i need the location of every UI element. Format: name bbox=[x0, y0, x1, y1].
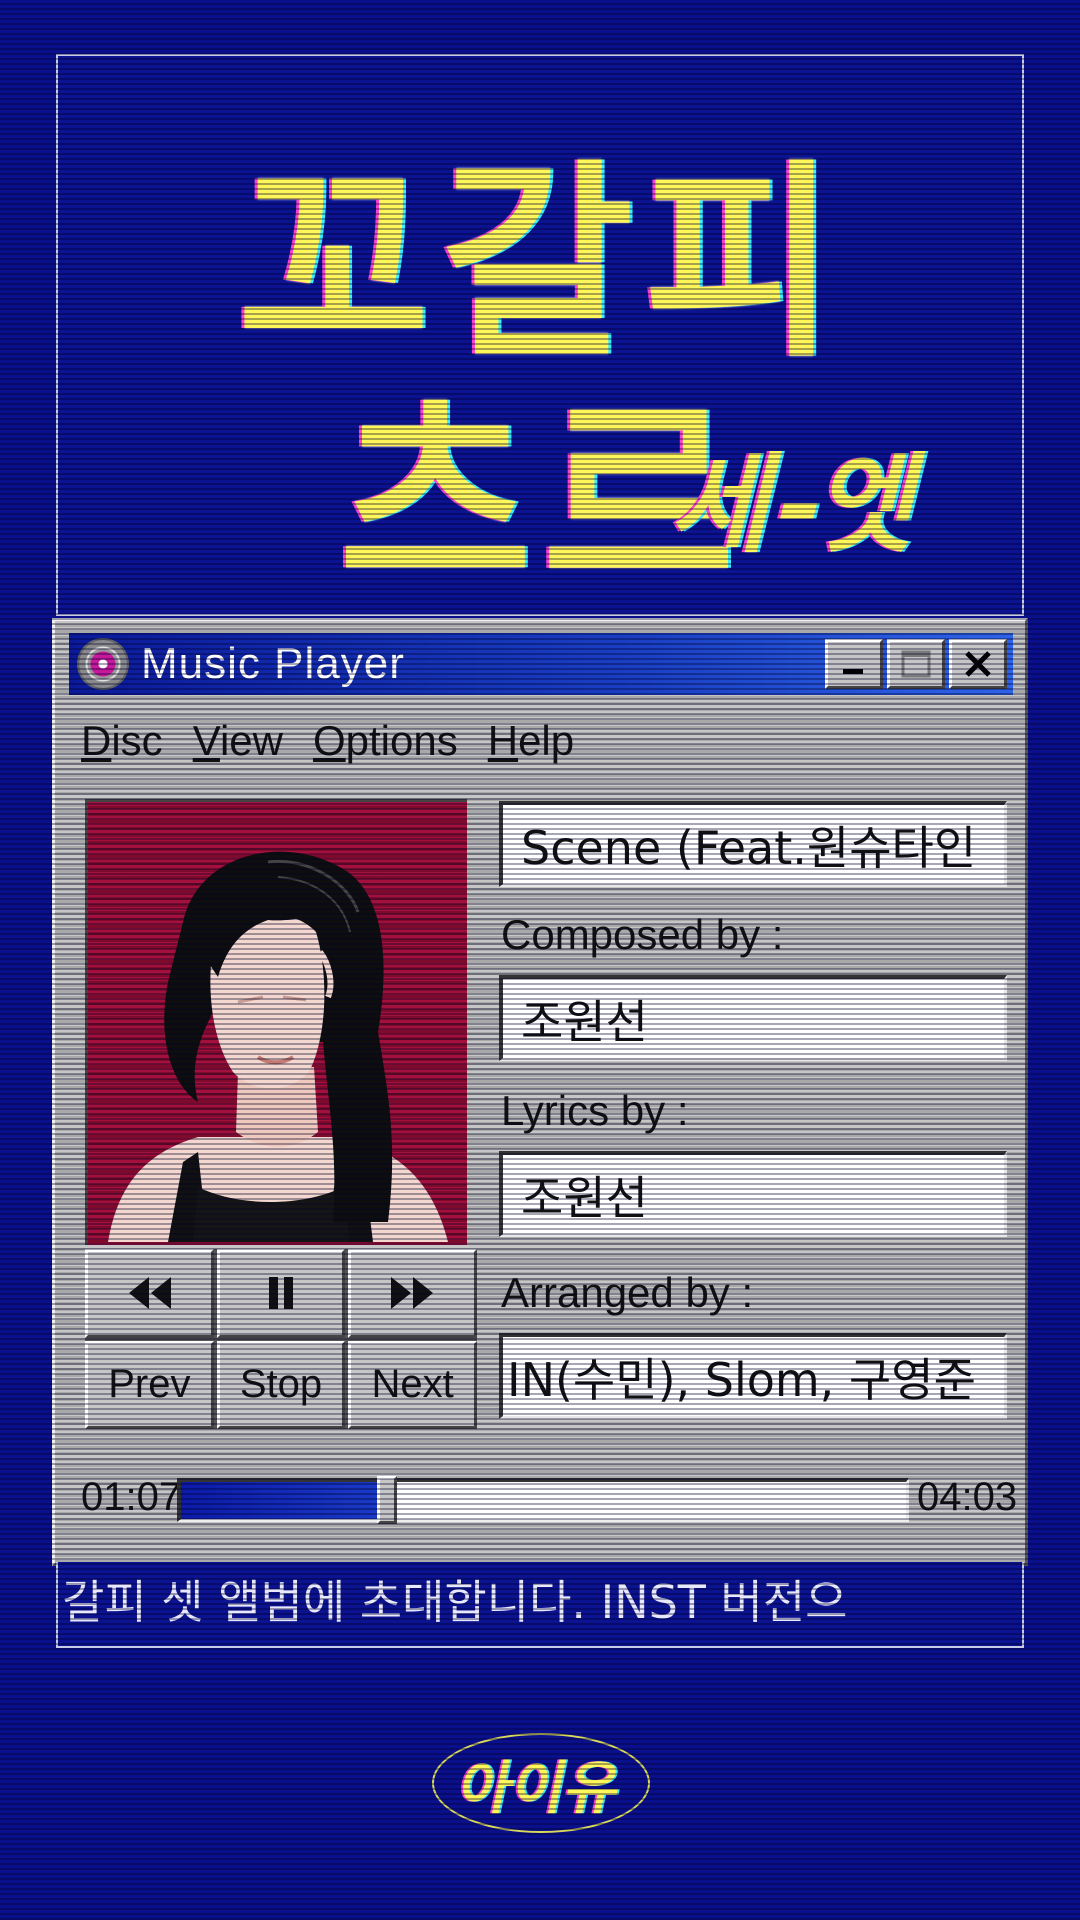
album-art bbox=[85, 799, 467, 1245]
close-icon bbox=[965, 651, 991, 677]
progress-thumb[interactable] bbox=[377, 1476, 398, 1524]
pause-icon bbox=[268, 1277, 293, 1310]
stop-button[interactable]: Stop bbox=[216, 1340, 346, 1429]
fast-forward-icon bbox=[390, 1277, 433, 1310]
composed-field: 조원선 bbox=[499, 975, 1007, 1061]
title-bar[interactable]: Music Player bbox=[69, 633, 1013, 695]
fast-forward-button[interactable] bbox=[348, 1249, 477, 1338]
pause-button[interactable] bbox=[216, 1249, 346, 1338]
prev-button[interactable]: Prev bbox=[85, 1340, 214, 1429]
lyrics-label: Lyrics by : bbox=[501, 1087, 689, 1134]
portrait-illustration bbox=[108, 851, 448, 1242]
artist-logo-text: 아이유 bbox=[452, 1754, 628, 1822]
maximize-icon bbox=[901, 650, 931, 678]
minimize-icon bbox=[843, 669, 863, 674]
current-time: 01:07 bbox=[81, 1475, 182, 1519]
disc-icon bbox=[79, 640, 127, 688]
next-button[interactable]: Next bbox=[348, 1340, 477, 1429]
marquee-text: 갈피 셋 앨범에 초대합니다. INST 버전으 bbox=[56, 1562, 1024, 1648]
menu-help[interactable]: Help bbox=[488, 717, 574, 765]
maximize-button[interactable] bbox=[887, 639, 945, 689]
menu-bar: Disc View Options Help bbox=[81, 717, 574, 765]
progress-fill bbox=[181, 1482, 382, 1519]
menu-options[interactable]: Options bbox=[313, 717, 458, 765]
music-player-window: Music Player Disc View Options Help Prev… bbox=[52, 618, 1028, 1566]
arranged-label: Arranged by : bbox=[501, 1269, 754, 1316]
lyrics-field: 조원선 bbox=[499, 1151, 1007, 1237]
window-title: Music Player bbox=[141, 639, 405, 688]
album-title-panel: 꼬갈피 츠르 세-엣 bbox=[56, 54, 1024, 618]
transport-controls: Prev Stop Next bbox=[85, 1249, 477, 1429]
composed-label: Composed by : bbox=[501, 911, 784, 958]
minimize-button[interactable] bbox=[825, 639, 883, 689]
rewind-icon bbox=[129, 1277, 172, 1310]
progress-track[interactable] bbox=[177, 1476, 909, 1524]
menu-disc[interactable]: Disc bbox=[81, 717, 163, 765]
window-controls bbox=[825, 639, 1007, 689]
arranged-field: IN(수민), Slom, 구영준 bbox=[499, 1333, 1007, 1419]
total-time: 04:03 bbox=[917, 1475, 1018, 1519]
close-button[interactable] bbox=[949, 639, 1007, 689]
artist-logo: 아이유 bbox=[432, 1733, 650, 1833]
menu-view[interactable]: View bbox=[193, 717, 283, 765]
track-title-field: Scene (Feat.원슈타인 bbox=[499, 801, 1007, 887]
rewind-button[interactable] bbox=[85, 1249, 214, 1338]
album-subtitle: 세-엣 bbox=[662, 443, 938, 568]
